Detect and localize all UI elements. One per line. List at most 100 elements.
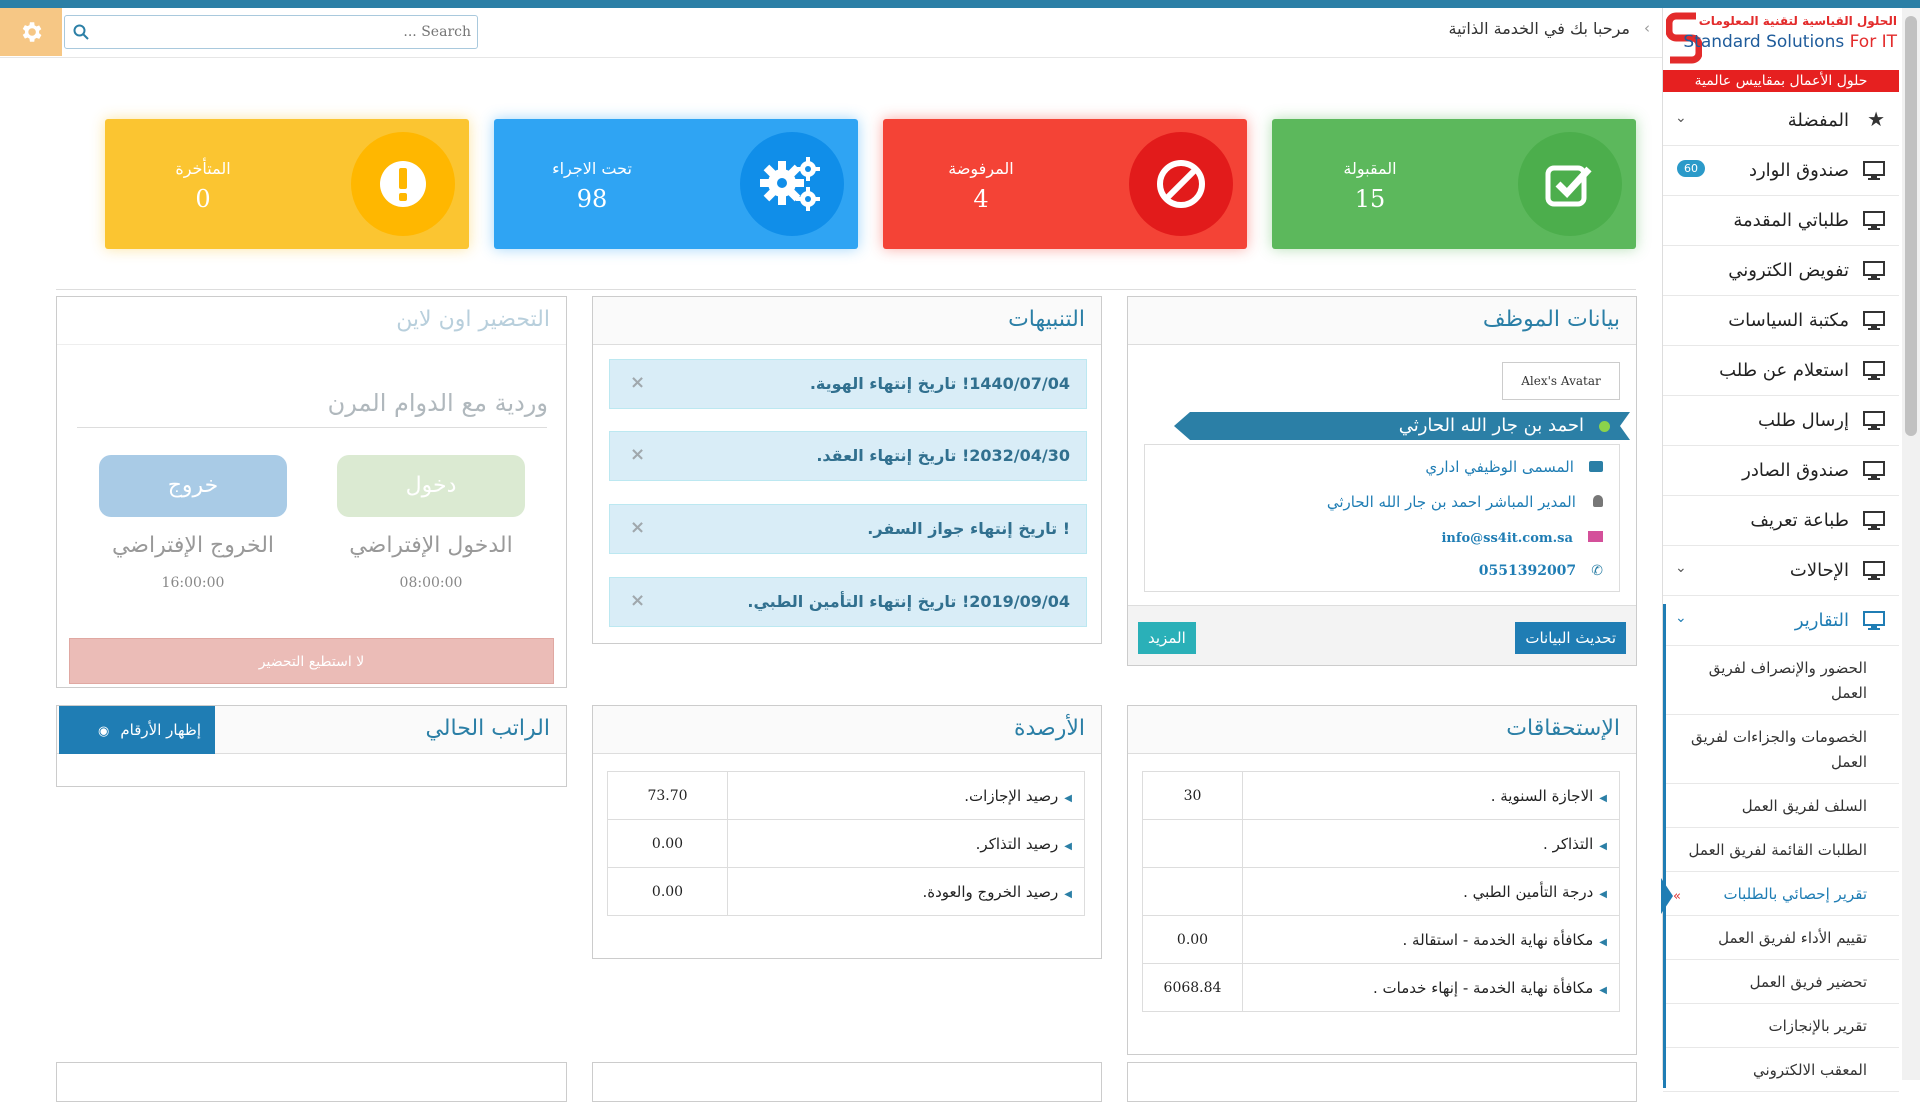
default-in-time: 08:00:00 (399, 575, 463, 591)
employee-name: احمد بن جار الله الحارثي (1398, 415, 1584, 436)
sidebar-subitem-team-checkin[interactable]: تحضير فريق العمل (1663, 960, 1899, 1004)
row-label: درجة التأمين الطبي . (1463, 882, 1594, 901)
show-numbers-button[interactable]: إظهار الأرقام ◉ (59, 706, 215, 754)
panel-footer: تحديث البيانات المزيد (1128, 605, 1636, 665)
sidebar-item-my-requests[interactable]: طلباتي المقدمة (1663, 196, 1899, 246)
employee-name-ribbon: احمد بن جار الله الحارثي (1174, 412, 1630, 440)
stat-in-progress[interactable]: تحت الاجراء 98 (494, 119, 858, 249)
row-value (1142, 819, 1243, 868)
default-out-label: الخروج الإفتراضي (111, 533, 275, 558)
stat-title: المقبولة (1343, 159, 1397, 178)
chevron-down-icon: ⌄ (1675, 110, 1687, 126)
close-icon[interactable]: × (630, 372, 645, 393)
panel-bottom-left (56, 1062, 567, 1102)
sidebar-item-favorites[interactable]: ★ المفضلة ⌄ (1663, 96, 1899, 146)
caret-right-icon: ◀ (1064, 840, 1072, 852)
panel-title: التحضير اون لاين (396, 307, 550, 332)
update-data-button[interactable]: تحديث البيانات (1515, 622, 1626, 654)
sidebar-item-reports[interactable]: التقارير ⌄ (1663, 596, 1899, 646)
sidebar-item-policies[interactable]: مكتبة السياسات (1663, 296, 1899, 346)
employee-info-box: المسمى الوظيفي اداري المدير المباشر احمد… (1144, 444, 1620, 592)
sidebar-item-label: صندوق الوارد (1748, 160, 1849, 181)
logo: الحلول القياسية لتقنية المعلومات Standar… (1663, 8, 1903, 92)
more-button[interactable]: المزيد (1138, 622, 1196, 654)
row-value: 0.00 (1142, 915, 1243, 964)
panel-title: التنبيهات (1008, 307, 1085, 332)
panel-title: الراتب الحالي (425, 716, 550, 741)
phone-row: ✆ 0551392007 (1479, 560, 1603, 579)
shift-name: وردية مع الدوام المرن (327, 389, 548, 417)
user-icon (1593, 495, 1603, 507)
caret-right-icon: ◀ (1599, 888, 1607, 900)
row-label: رصيد التذاكر. (975, 834, 1059, 853)
settings-button[interactable] (0, 8, 62, 56)
table-row: ◀ رصيد التذاكر. 0.00 (607, 819, 1085, 868)
reports-active-line (1663, 604, 1666, 1088)
sidebar-item-outbox[interactable]: صندوق الصادر (1663, 446, 1899, 496)
sidebar-subitem-requests-statistics[interactable]: » تقرير إحصائي بالطلبات (1661, 872, 1899, 916)
cannot-check-in-button[interactable]: لا استطيع التحضير (69, 638, 554, 684)
monitor-icon (1863, 261, 1885, 285)
sidebar-item-send-request[interactable]: إرسال طلب (1663, 396, 1899, 446)
sidebar-item-label: طباعة تعريف (1750, 510, 1849, 531)
scrollbar-thumb[interactable] (1905, 16, 1917, 436)
sidebar-subitem-e-tracker[interactable]: المعقب الالكتروني (1663, 1048, 1899, 1092)
row-label: رصيد الإجازات. (964, 786, 1059, 805)
eye-slash-icon: ◉ (97, 724, 110, 739)
sidebar-subitem-team-loans[interactable]: السلف لفريق العمل (1663, 784, 1899, 828)
logo-tagline: حلول الأعمال بمقاييس عالمية (1663, 70, 1899, 92)
sidebar-item-print-letter[interactable]: طباعة تعريف (1663, 496, 1899, 546)
star-icon: ★ (1867, 107, 1885, 131)
monitor-icon (1863, 561, 1885, 585)
check-out-button[interactable]: خروج (99, 455, 287, 517)
sidebar-item-label: طلباتي المقدمة (1733, 210, 1849, 231)
search-input[interactable] (95, 20, 471, 44)
balances-table: ◀رصيد الإجازات. 73.70 ◀رصيد التذاكر. 0.00 … (607, 771, 1085, 916)
exclamation-icon (351, 132, 455, 236)
divider (56, 289, 1636, 290)
sidebar-subitem-team-performance[interactable]: تقييم الأداء لفريق العمل (1663, 916, 1899, 960)
search-box (64, 15, 478, 49)
panel-header: بيانات الموظف (1128, 297, 1636, 345)
employee-panel: بيانات الموظف Alex's Avatar احمد بن جار … (1127, 296, 1637, 666)
sidebar-subitem-team-pending-requests[interactable]: الطلبات القائمة لفريق العمل (1663, 828, 1899, 872)
alert-passport-expiry: ! تاريخ إنتهاء جواز السفر. × (609, 504, 1087, 554)
panel-header: الأرصدة (593, 706, 1101, 754)
table-row: ◀ رصيد الخروج والعودة. 0.00 (607, 867, 1085, 916)
row-value: 0.00 (607, 867, 728, 916)
stat-delayed[interactable]: المتأخرة 0 (105, 119, 469, 249)
monitor-icon (1863, 461, 1885, 485)
sidebar-subitem-team-deductions[interactable]: الخصومات والجزاءات لفريق العمل (1663, 715, 1899, 784)
row-label: رصيد الخروج والعودة. (922, 882, 1059, 901)
sidebar-subitem-achievements[interactable]: تقرير بالإنجازات (1663, 1004, 1899, 1048)
chevron-down-icon: ⌄ (1675, 560, 1687, 576)
email[interactable]: info@ss4it.com.sa (1441, 531, 1572, 546)
check-in-button[interactable]: دخول (337, 455, 525, 517)
sidebar-item-label: استعلام عن طلب (1719, 360, 1849, 381)
sidebar-item-e-delegation[interactable]: تفويض الكتروني (1663, 246, 1899, 296)
alert-text: 2032/04/30! تاريخ إنتهاء العقد. (816, 446, 1070, 465)
stat-accepted[interactable]: المقبولة 15 (1272, 119, 1636, 249)
sidebar-subitem-team-attendance[interactable]: الحضور والإنصراف لفريق العمل (1663, 646, 1899, 715)
table-row: ◀ الاجازة السنوية . 30 (1142, 771, 1620, 820)
row-value: 73.70 (607, 771, 728, 820)
sidebar-item-label: إرسال طلب (1757, 410, 1849, 431)
row-value: 30 (1142, 771, 1243, 820)
alerts-panel: التنبيهات 1440/07/04! تاريخ إنتهاء الهوي… (592, 296, 1102, 644)
sidebar-item-referrals[interactable]: الإحالات ⌄ (1663, 546, 1899, 596)
scrollbar[interactable] (1902, 8, 1920, 1080)
caret-right-icon: ◀ (1599, 984, 1607, 996)
stat-rejected[interactable]: المرفوضة 4 (883, 119, 1247, 249)
phone[interactable]: 0551392007 (1479, 563, 1576, 579)
avatar-alt-text: Alex's Avatar (1521, 374, 1601, 388)
alert-text: 2019/09/04! تاريخ إنتهاء التأمين الطبي. (747, 592, 1070, 611)
close-icon[interactable]: × (630, 517, 645, 538)
close-icon[interactable]: × (630, 444, 645, 465)
close-icon[interactable]: × (630, 590, 645, 611)
search-icon[interactable] (73, 24, 89, 40)
caret-right-icon: ◀ (1064, 792, 1072, 804)
table-row: ◀ مكافأة نهاية الخدمة - إنهاء خدمات . 6068… (1142, 963, 1620, 1012)
sidebar-item-inbox[interactable]: صندوق الوارد 60 (1663, 146, 1899, 196)
sidebar-item-request-inquiry[interactable]: استعلام عن طلب (1663, 346, 1899, 396)
chevron-left-icon: ‹ (1644, 19, 1650, 37)
